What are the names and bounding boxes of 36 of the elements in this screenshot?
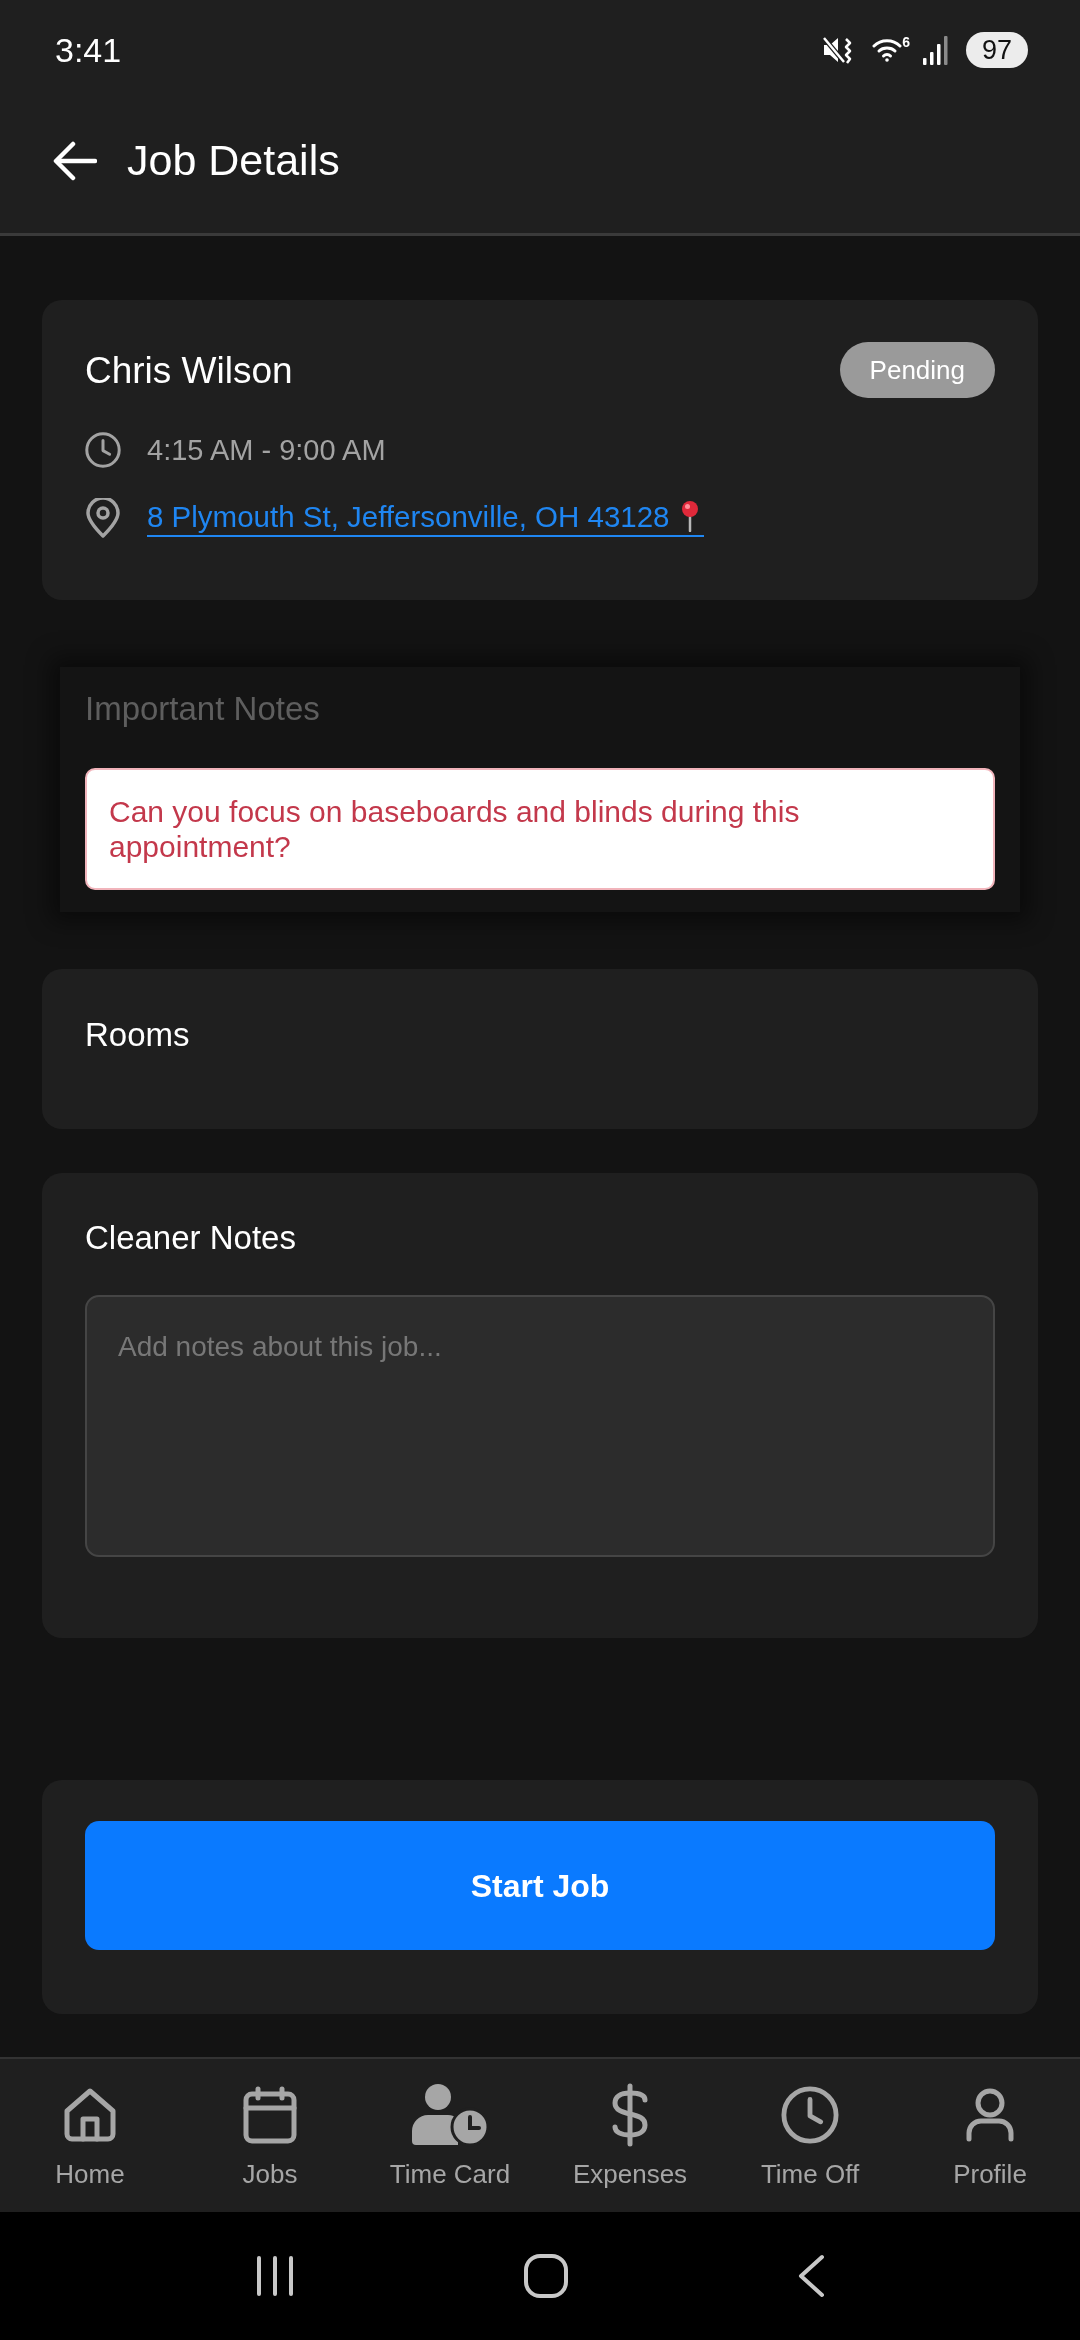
address-link[interactable]: 8 Plymouth St, Jeffersonville, OH 43128 <box>147 499 704 537</box>
clock-icon <box>85 432 121 468</box>
home-icon <box>63 2087 117 2143</box>
home-nav-icon <box>524 2254 568 2298</box>
nav-tab[interactable]: Time Off <box>720 2059 900 2212</box>
person-clock-icon <box>410 2083 490 2147</box>
back-nav-icon <box>797 2254 826 2298</box>
home-nav-button[interactable] <box>524 2254 568 2298</box>
rooms-title: Rooms <box>85 1019 190 1051</box>
signal-icon <box>922 34 950 66</box>
cleaner-notes-title: Cleaner Notes <box>85 1223 296 1253</box>
start-job-button[interactable]: Start Job <box>85 1821 995 1950</box>
nav-tab[interactable]: Expenses <box>540 2059 720 2212</box>
back-nav-button[interactable] <box>797 2254 826 2298</box>
nav-tab[interactable]: Profile <box>900 2059 1080 2212</box>
recent-apps-icon <box>254 2255 295 2297</box>
nav-tab[interactable]: Jobs <box>180 2059 360 2212</box>
important-note-text: Can you focus on baseboards and blinds during this appointment? <box>109 794 801 864</box>
nav-tab[interactable]: Home <box>0 2059 180 2212</box>
notes-field[interactable]: Add notes about this job... <box>85 1295 995 1557</box>
nav-tab[interactable]: Time Card <box>360 2059 540 2212</box>
battery-level-badge: 97 <box>966 32 1028 68</box>
wifi-icon <box>872 37 903 63</box>
page-title: Job Details <box>127 139 340 182</box>
calendar-icon <box>243 2086 297 2144</box>
wifi-generation-label: 6 <box>902 35 910 49</box>
clock-icon <box>781 2086 839 2144</box>
dollar-icon <box>610 2083 650 2147</box>
status-badge: Pending <box>839 342 995 398</box>
client-name: Chris Wilson <box>85 351 293 389</box>
round-pushpin-icon <box>679 499 700 532</box>
location-pin-icon <box>85 498 121 538</box>
recent-apps-button[interactable] <box>254 2255 295 2297</box>
user-icon <box>966 2088 1014 2142</box>
appointment-time: 4:15 AM - 9:00 AM <box>147 435 386 465</box>
status-time: 3:41 <box>55 33 122 67</box>
